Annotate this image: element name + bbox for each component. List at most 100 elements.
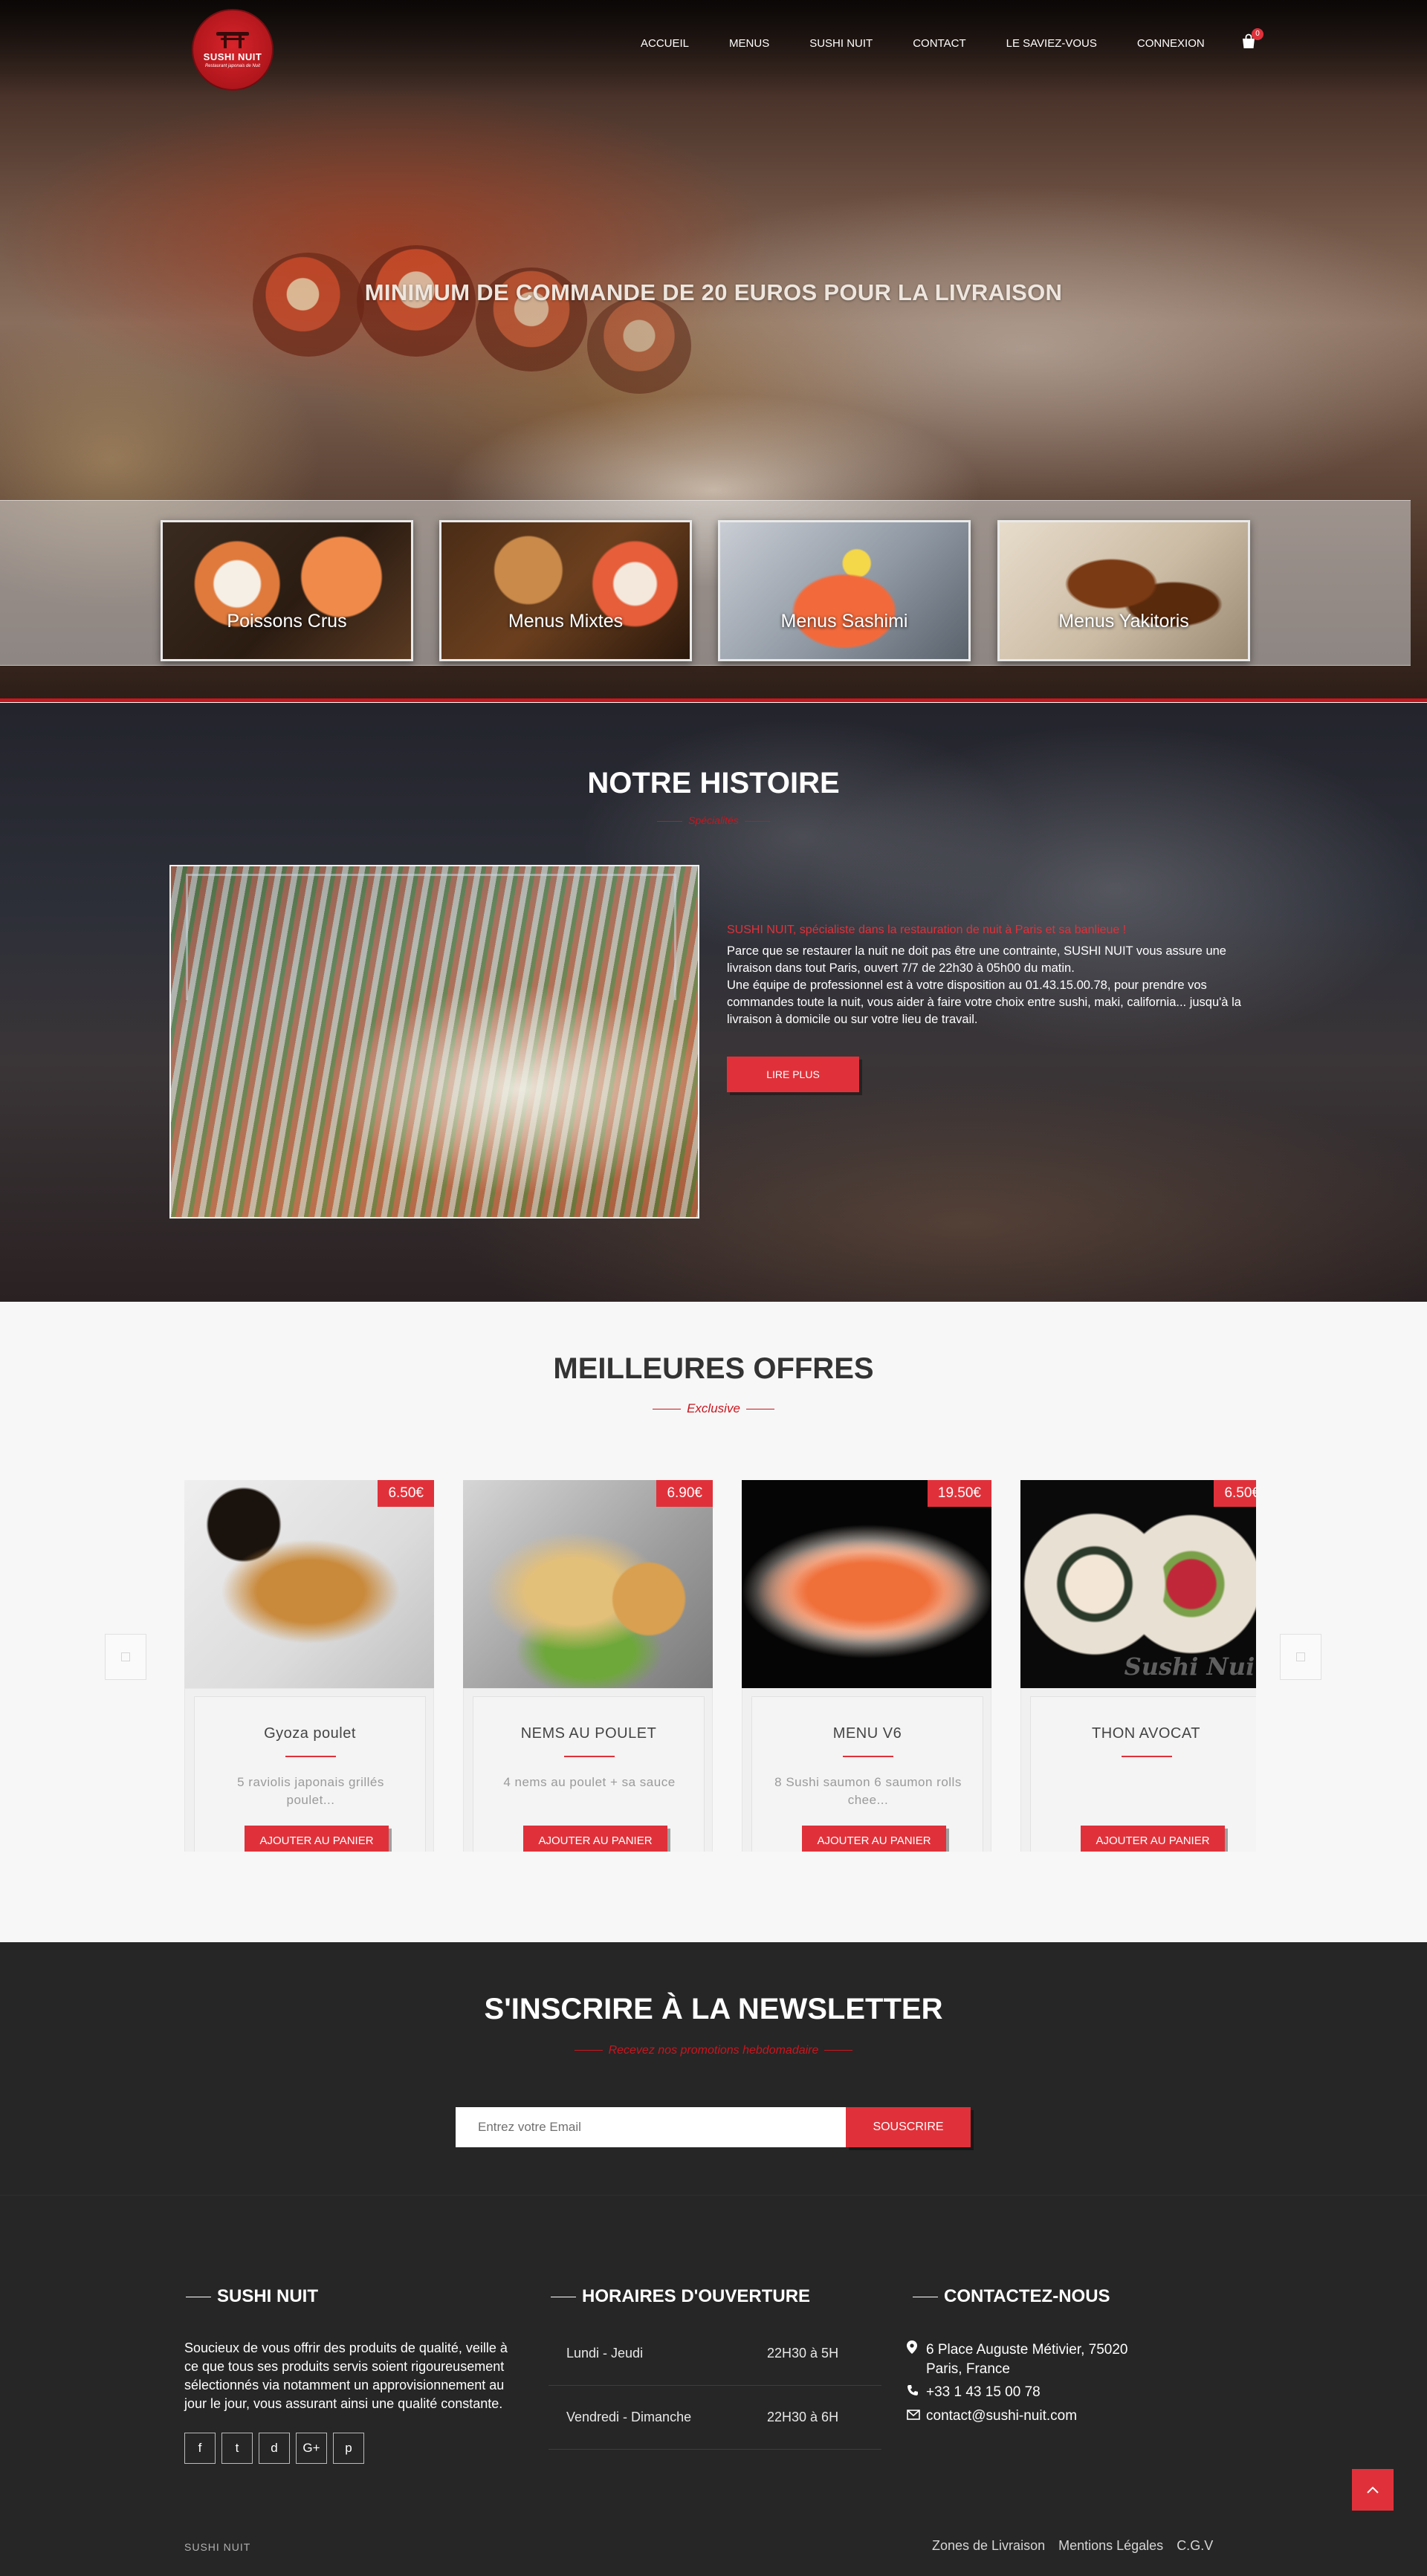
product-image[interactable] xyxy=(184,1480,434,1688)
footer-link-mentions[interactable]: Mentions Légales xyxy=(1058,2538,1163,2554)
product-image[interactable] xyxy=(742,1480,991,1688)
histoire-paragraph: Une équipe de professionnel est à votre … xyxy=(727,979,1241,1026)
phone-number: +33 1 43 15 00 78 xyxy=(926,2384,1041,2400)
image-watermark: Sushi Nuit xyxy=(1124,1652,1256,1681)
twitter-icon[interactable]: t xyxy=(221,2433,253,2464)
product-image[interactable]: Sushi Nuit xyxy=(1020,1480,1256,1688)
phone-icon xyxy=(907,2383,926,2402)
category-card-menus-mixtes[interactable]: Menus Mixtes xyxy=(439,520,692,661)
category-card-menus-yakitoris[interactable]: Menus Yakitoris xyxy=(997,520,1250,661)
product-info: THON AVOCAT AJOUTER AU PANIER xyxy=(1030,1696,1256,1852)
section-subtitle: Spécialités xyxy=(0,814,1427,826)
price-badge: 6.50€ xyxy=(1214,1480,1256,1507)
product-name[interactable]: Gyoza poulet xyxy=(195,1725,425,1742)
main-menu: ACCUEIL MENUS SUSHI NUIT CONTACT LE SAVI… xyxy=(641,37,1205,50)
footer-about-title: SUSHI NUIT xyxy=(186,2286,318,2307)
facebook-icon[interactable]: f xyxy=(184,2433,216,2464)
newsletter-section: S'INSCRIRE À LA NEWSLETTER Recevez nos p… xyxy=(0,1942,1427,2195)
product-image[interactable] xyxy=(463,1480,713,1688)
hero-title: MINIMUM DE COMMANDE DE 20 EUROS POUR LA … xyxy=(364,279,1063,305)
carousel-prev-button[interactable] xyxy=(105,1634,146,1680)
logo-title: SUSHI NUIT xyxy=(203,51,262,62)
add-to-cart-button[interactable]: AJOUTER AU PANIER xyxy=(1081,1826,1225,1852)
product-card: 6.90€ NEMS AU POULET 4 nems au poulet + … xyxy=(463,1480,713,1852)
category-card-poissons-crus[interactable]: Poissons Crus xyxy=(161,520,413,661)
product-name[interactable]: NEMS AU POULET xyxy=(473,1725,704,1742)
add-to-cart-button[interactable]: AJOUTER AU PANIER xyxy=(245,1826,389,1852)
product-card: 6.50€ Gyoza poulet 5 raviolis japonais g… xyxy=(184,1480,434,1852)
product-body: THON AVOCAT AJOUTER AU PANIER xyxy=(1020,1688,1256,1852)
newsletter-email-input[interactable] xyxy=(456,2107,846,2147)
buffet-image xyxy=(169,865,699,1219)
nav-item-le-saviez-vous[interactable]: LE SAVIEZ-VOUS xyxy=(1006,37,1097,50)
product-card: Sushi Nuit 6.50€ THON AVOCAT AJOUTER AU … xyxy=(1020,1480,1256,1852)
product-divider xyxy=(564,1756,615,1757)
product-body: NEMS AU POULET 4 nems au poulet + sa sau… xyxy=(463,1688,713,1852)
footer-about-text: Soucieux de vous offrir des produits de … xyxy=(184,2340,508,2411)
contact-address: 6 Place Auguste Métivier, 75020 Paris, F… xyxy=(907,2340,1127,2379)
category-label: Menus Mixtes xyxy=(508,611,624,632)
opening-hours: Lundi - Jeudi 22H30 à 5H Vendredi - Dima… xyxy=(549,2322,881,2450)
product-card: 19.50€ MENU V6 8 Sushi saumon 6 saumon r… xyxy=(742,1480,991,1852)
nav-item-contact[interactable]: CONTACT xyxy=(913,37,965,50)
chevron-left-icon xyxy=(121,1652,130,1661)
section-subtitle: Exclusive xyxy=(0,1401,1427,1416)
footer-contact-title: CONTACTEZ-NOUS xyxy=(913,2286,1110,2307)
footer-brand: SUSHI NUIT xyxy=(184,2541,251,2553)
cart-button[interactable]: 0 xyxy=(1240,28,1263,52)
social-links: f t d G+ p xyxy=(184,2433,364,2464)
product-divider xyxy=(843,1756,893,1757)
google-plus-icon[interactable]: G+ xyxy=(296,2433,327,2464)
product-carousel: 6.50€ Gyoza poulet 5 raviolis japonais g… xyxy=(184,1480,1256,1852)
nav-item-menus[interactable]: MENUS xyxy=(729,37,769,50)
price-badge: 19.50€ xyxy=(927,1480,991,1507)
cart-count-badge: 0 xyxy=(1252,28,1263,40)
dribbble-icon[interactable]: d xyxy=(259,2433,290,2464)
address-line: Paris, France xyxy=(926,2361,1010,2377)
chevron-up-icon xyxy=(1367,2486,1379,2494)
nav-item-connexion[interactable]: CONNEXION xyxy=(1137,37,1205,50)
histoire-lead: SUSHI NUIT, spécialiste dans la restaura… xyxy=(727,924,1127,936)
subscribe-button[interactable]: SOUSCRIRE xyxy=(846,2107,971,2147)
section-title: NOTRE HISTOIRE xyxy=(587,767,840,799)
add-to-cart-button[interactable]: AJOUTER AU PANIER xyxy=(523,1826,667,1852)
category-label: Menus Sashimi xyxy=(780,611,908,632)
back-to-top-button[interactable] xyxy=(1352,2469,1394,2511)
logo-tagline: Restaurant japonais de Nuit xyxy=(204,63,261,68)
chevron-right-icon xyxy=(1296,1652,1305,1661)
footer-link-cgv[interactable]: C.G.V xyxy=(1177,2538,1213,2554)
product-divider xyxy=(1122,1756,1172,1757)
price-badge: 6.50€ xyxy=(378,1480,434,1507)
logo[interactable]: SUSHI NUIT Restaurant japonais de Nuit xyxy=(192,9,274,91)
product-description: 8 Sushi saumon 6 saumon rolls chee... xyxy=(774,1775,962,1807)
footer-links: Zones de Livraison Mentions Légales C.G.… xyxy=(932,2538,1213,2554)
category-strip: Poissons Crus Menus Mixtes Menus Sashimi… xyxy=(0,500,1411,666)
product-divider xyxy=(285,1756,336,1757)
product-name[interactable]: THON AVOCAT xyxy=(1031,1725,1256,1742)
product-description: 4 nems au poulet + sa sauce xyxy=(503,1775,676,1789)
hours-row: Lundi - Jeudi 22H30 à 5H xyxy=(549,2322,881,2386)
add-to-cart-button[interactable]: AJOUTER AU PANIER xyxy=(802,1826,946,1852)
histoire-text: SUSHI NUIT, spécialiste dans la restaura… xyxy=(727,921,1263,1028)
hours-row: Vendredi - Dimanche 22H30 à 6H xyxy=(549,2386,881,2450)
divider-line xyxy=(0,698,1427,702)
envelope-icon xyxy=(907,2407,926,2426)
email-address: contact@sushi-nuit.com xyxy=(926,2408,1078,2424)
address-line: 6 Place Auguste Métivier, 75020 xyxy=(926,2342,1128,2358)
contact-email[interactable]: contact@sushi-nuit.com xyxy=(907,2407,1077,2426)
lire-plus-button[interactable]: LIRE PLUS xyxy=(727,1057,859,1092)
pinterest-icon[interactable]: p xyxy=(333,2433,364,2464)
product-info: NEMS AU POULET 4 nems au poulet + sa sau… xyxy=(473,1696,705,1852)
nav-item-sushi-nuit[interactable]: SUSHI NUIT xyxy=(809,37,873,50)
footer-link-zones[interactable]: Zones de Livraison xyxy=(932,2538,1045,2554)
product-name[interactable]: MENU V6 xyxy=(752,1725,983,1742)
category-label: Poissons Crus xyxy=(227,611,347,632)
histoire-paragraph: Parce que se restaurer la nuit ne doit p… xyxy=(727,944,1226,975)
category-card-menus-sashimi[interactable]: Menus Sashimi xyxy=(718,520,971,661)
contact-phone[interactable]: +33 1 43 15 00 78 xyxy=(907,2383,1041,2402)
carousel-next-button[interactable] xyxy=(1280,1634,1321,1680)
hero-section: SUSHI NUIT Restaurant japonais de Nuit A… xyxy=(0,0,1427,702)
map-marker-icon xyxy=(907,2340,926,2379)
navbar: SUSHI NUIT Restaurant japonais de Nuit A… xyxy=(0,0,1427,91)
nav-item-accueil[interactable]: ACCUEIL xyxy=(641,37,689,50)
